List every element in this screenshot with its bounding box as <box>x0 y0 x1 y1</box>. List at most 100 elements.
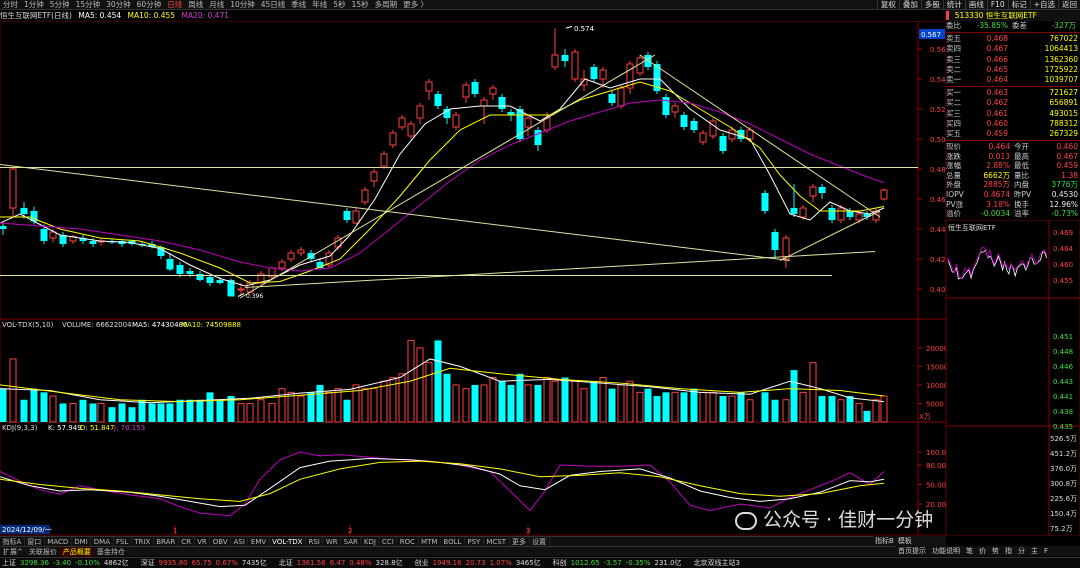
indicator-tab[interactable]: RSI <box>306 536 324 547</box>
toolbar-button[interactable]: 返回 <box>1058 0 1080 10</box>
trendline[interactable] <box>239 54 656 299</box>
period-tab[interactable]: 多周期 <box>372 0 401 10</box>
toolbar-button[interactable]: 统计 <box>942 0 965 10</box>
trendline[interactable] <box>0 164 791 261</box>
indicator-tab[interactable]: 更多 <box>510 536 530 547</box>
period-tab[interactable]: 周线 <box>185 0 206 10</box>
period-tab[interactable]: 15秒 <box>349 0 372 10</box>
candle[interactable] <box>471 79 479 97</box>
mini-tab[interactable]: 分 <box>1015 546 1028 556</box>
indicator-tab[interactable]: VR <box>195 536 211 547</box>
toolbar-button[interactable]: 标记 <box>1007 0 1030 10</box>
candle[interactable] <box>828 205 836 223</box>
index-name[interactable]: 上证 <box>0 558 18 568</box>
period-tab[interactable]: 1分钟 <box>21 0 47 10</box>
candle[interactable] <box>699 130 707 145</box>
candle[interactable] <box>287 250 295 262</box>
indicator-tab[interactable]: 指标A <box>0 536 25 547</box>
candle[interactable] <box>761 190 769 214</box>
bid-row[interactable]: 买一 0.463 721627 <box>946 88 1080 98</box>
candle[interactable] <box>407 121 415 139</box>
candle[interactable] <box>325 250 333 268</box>
period-tab[interactable]: 10分钟 <box>227 0 258 10</box>
mini-tab[interactable]: 笔 <box>963 546 976 556</box>
toolbar-button[interactable]: F10 <box>986 0 1008 10</box>
indicator-tab[interactable]: SAR <box>341 536 362 547</box>
sub-tab[interactable]: 基金持仓 <box>94 547 128 557</box>
candle[interactable] <box>462 82 470 103</box>
candle[interactable] <box>524 115 532 136</box>
period-tab[interactable]: 30分钟 <box>103 0 134 10</box>
sub-tab[interactable]: 扩展^ <box>0 547 26 557</box>
indicator-tab[interactable]: VOL-TDX <box>270 536 306 547</box>
indicator-b-tab[interactable]: 模板 <box>896 536 914 546</box>
indicator-tab[interactable]: PSY <box>465 536 484 547</box>
period-tab[interactable]: 分时 <box>0 0 21 10</box>
candle[interactable] <box>370 169 378 187</box>
bid-row[interactable]: 买二 0.462 656891 <box>946 98 1080 108</box>
mini-tab[interactable]: 功能说明 <box>929 546 963 556</box>
indicator-tab[interactable]: MACD <box>45 536 72 547</box>
indicator-tab[interactable]: WR <box>323 536 342 547</box>
index-name[interactable]: 创业 <box>413 558 431 568</box>
indicator-tab[interactable]: OBV <box>210 536 232 547</box>
candle[interactable] <box>561 49 569 67</box>
candle[interactable] <box>626 61 634 94</box>
ask-row[interactable]: 卖五 0.468 767022 <box>946 34 1080 44</box>
indicator-tab[interactable]: 设置 <box>530 536 550 547</box>
sub-tab[interactable]: 产品概要 <box>59 546 94 557</box>
candle[interactable] <box>719 133 727 154</box>
mini-tab[interactable]: 主 <box>1028 546 1041 556</box>
candle[interactable] <box>97 238 105 246</box>
candle[interactable] <box>176 262 184 277</box>
indicator-tab[interactable]: ROC <box>397 536 419 547</box>
candle[interactable] <box>534 127 542 151</box>
indicator-tab[interactable]: 窗口 <box>25 536 45 547</box>
period-tab[interactable]: 5分钟 <box>47 0 73 10</box>
trendline[interactable] <box>244 251 876 288</box>
indicator-tab[interactable]: TRIX <box>132 536 154 547</box>
period-tab[interactable]: 日线 <box>164 0 185 10</box>
candle[interactable] <box>880 188 888 201</box>
candle[interactable] <box>380 151 388 169</box>
candle[interactable] <box>489 85 497 100</box>
period-tab[interactable]: 45日线 <box>258 0 289 10</box>
indicator-tab[interactable]: FSL <box>114 536 132 547</box>
ask-row[interactable]: 卖一 0.464 1039707 <box>946 75 1080 85</box>
candle[interactable] <box>434 91 442 109</box>
candle[interactable] <box>571 49 579 82</box>
candle[interactable] <box>443 106 451 124</box>
indicator-tab[interactable]: CCI <box>379 536 398 547</box>
indicator-tab[interactable]: BRAR <box>154 536 179 547</box>
candle[interactable] <box>771 229 779 259</box>
indicator-tab[interactable]: KDJ <box>361 536 380 547</box>
candle[interactable] <box>79 235 87 244</box>
bid-row[interactable]: 买三 0.461 493015 <box>946 109 1080 119</box>
indicator-b-tab[interactable]: 指标B <box>873 536 896 546</box>
period-tab[interactable]: 15分钟 <box>73 0 104 10</box>
toolbar-button[interactable]: 复权 <box>876 0 899 10</box>
toolbar-button[interactable]: 叠加 <box>898 0 921 10</box>
candle[interactable] <box>671 103 679 118</box>
candle[interactable] <box>361 187 369 205</box>
candle[interactable] <box>398 115 406 130</box>
candle[interactable] <box>662 94 670 118</box>
period-tab[interactable]: 季线 <box>288 0 309 10</box>
ask-row[interactable]: 卖二 0.465 1725922 <box>946 65 1080 75</box>
toolbar-button[interactable]: 画线 <box>964 0 987 10</box>
indicator-tab[interactable]: MCST <box>484 536 510 547</box>
candle[interactable] <box>590 64 598 82</box>
toolbar-button[interactable]: 多股 <box>920 0 943 10</box>
period-tab[interactable]: 更多 〉 <box>400 0 431 10</box>
mini-tab[interactable]: F <box>1041 547 1051 555</box>
candle[interactable] <box>59 232 67 247</box>
bid-row[interactable]: 买四 0.460 788312 <box>946 119 1080 129</box>
candle[interactable] <box>343 208 351 223</box>
candle[interactable] <box>818 184 826 199</box>
bid-row[interactable]: 买五 0.459 267329 <box>946 129 1080 139</box>
candle[interactable] <box>352 208 360 225</box>
candle[interactable] <box>0 223 7 235</box>
index-name[interactable]: 科创 <box>551 558 569 568</box>
candle[interactable] <box>9 166 17 217</box>
candle[interactable] <box>480 97 488 124</box>
